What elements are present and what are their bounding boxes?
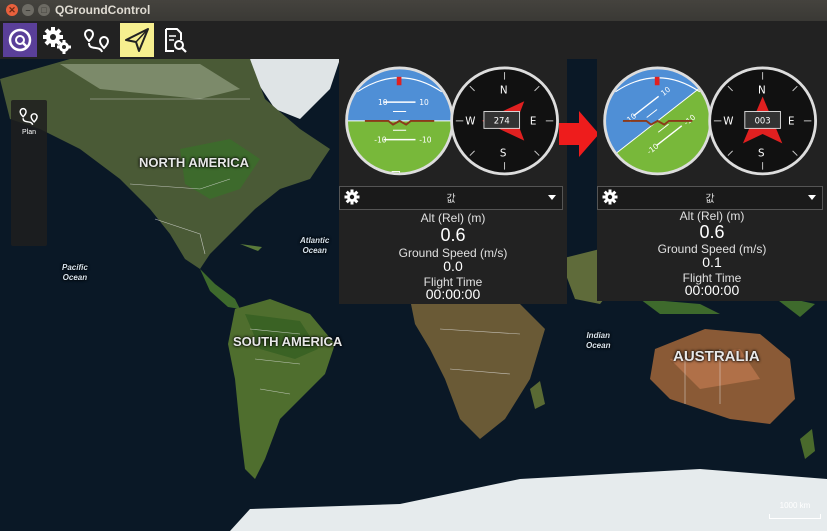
plan-route-icon	[83, 28, 110, 53]
alt-value: 0.6	[440, 225, 466, 245]
compass-n: N	[758, 85, 766, 97]
compass-w: W	[465, 116, 475, 128]
value-selector[interactable]: 값	[597, 186, 823, 210]
window-maximize-button[interactable]: □	[38, 4, 50, 16]
alt-label: Alt (Rel) (m)	[679, 209, 745, 223]
qgc-logo-button[interactable]	[3, 23, 37, 57]
window-titlebar: ✕ – □ QGroundControl	[0, 0, 827, 21]
compass-w: W	[723, 116, 733, 128]
analyze-view-button[interactable]	[157, 23, 191, 57]
settings-button[interactable]	[40, 23, 74, 57]
flight-time-value: 00:00:00	[684, 282, 740, 298]
map-label-south-america: SOUTH AMERICA	[233, 334, 343, 349]
fly-view-button[interactable]	[120, 23, 154, 57]
chevron-down-icon[interactable]	[808, 195, 816, 200]
flight-instruments-before: 10 10 -10 -10 N E S W 274	[345, 59, 560, 179]
ground-speed-value: 0.0	[443, 258, 463, 274]
flight-instruments-after: 10 10 -10 -10 N E S W 003	[603, 59, 820, 179]
map-label-atlantic-ocean: Atlantic Ocean	[300, 236, 330, 255]
plan-side-panel[interactable]: Plan	[11, 100, 47, 246]
window-title: QGroundControl	[55, 3, 151, 17]
compass-e: E	[530, 116, 537, 128]
heading-readout: 003	[755, 116, 771, 126]
plan-panel-label: Plan	[21, 129, 36, 136]
value-selector[interactable]: 값	[339, 186, 563, 210]
main-toolbar	[0, 21, 827, 59]
pitch-label-minus10-right: -10	[419, 135, 431, 144]
instrument-widget-before: 10 10 -10 -10 N E S W 274 값 Alt (Rel) (m…	[339, 59, 567, 304]
alt-label: Alt (Rel) (m)	[420, 211, 486, 225]
pitch-label-10-right: 10	[419, 98, 429, 107]
flight-time-value: 00:00:00	[425, 286, 481, 302]
plan-view-button[interactable]	[80, 23, 114, 57]
plan-route-icon	[19, 107, 38, 126]
pitch-label-minus10-left: -10	[374, 135, 386, 144]
instrument-widget-after: 10 10 -10 -10 N E S W 003 값 Alt (Rel) (m…	[597, 59, 827, 301]
chevron-down-icon[interactable]	[548, 195, 556, 200]
compass-e: E	[788, 116, 795, 128]
map-scale-label: 1000 km	[779, 501, 811, 510]
map-label-pacific-ocean: Pacific Ocean	[62, 263, 88, 282]
map-scale: 1000 km	[767, 501, 823, 519]
compass-s: S	[758, 148, 765, 160]
selector-value: 값	[446, 194, 456, 205]
map-label-australia: AUSTRALIA	[673, 348, 760, 365]
analyze-document-icon	[165, 28, 187, 53]
window-minimize-button[interactable]: –	[22, 4, 34, 16]
compass-n: N	[500, 85, 508, 97]
alt-value: 0.6	[699, 222, 725, 242]
map-scale-bar	[769, 514, 821, 519]
compass-s: S	[500, 148, 507, 160]
pitch-label-10-left: 10	[378, 98, 388, 107]
ground-speed-value: 0.1	[702, 254, 722, 270]
heading-readout: 274	[494, 116, 510, 126]
window-close-button[interactable]: ✕	[6, 4, 18, 16]
map-label-indian-ocean: Indian Ocean	[586, 331, 611, 350]
paper-plane-icon	[125, 28, 149, 52]
gears-icon	[43, 27, 71, 54]
red-arrow-icon	[559, 111, 599, 157]
selector-value: 값	[705, 194, 715, 205]
map-label-north-america: NORTH AMERICA	[139, 155, 250, 170]
qgc-logo-icon	[8, 28, 32, 52]
